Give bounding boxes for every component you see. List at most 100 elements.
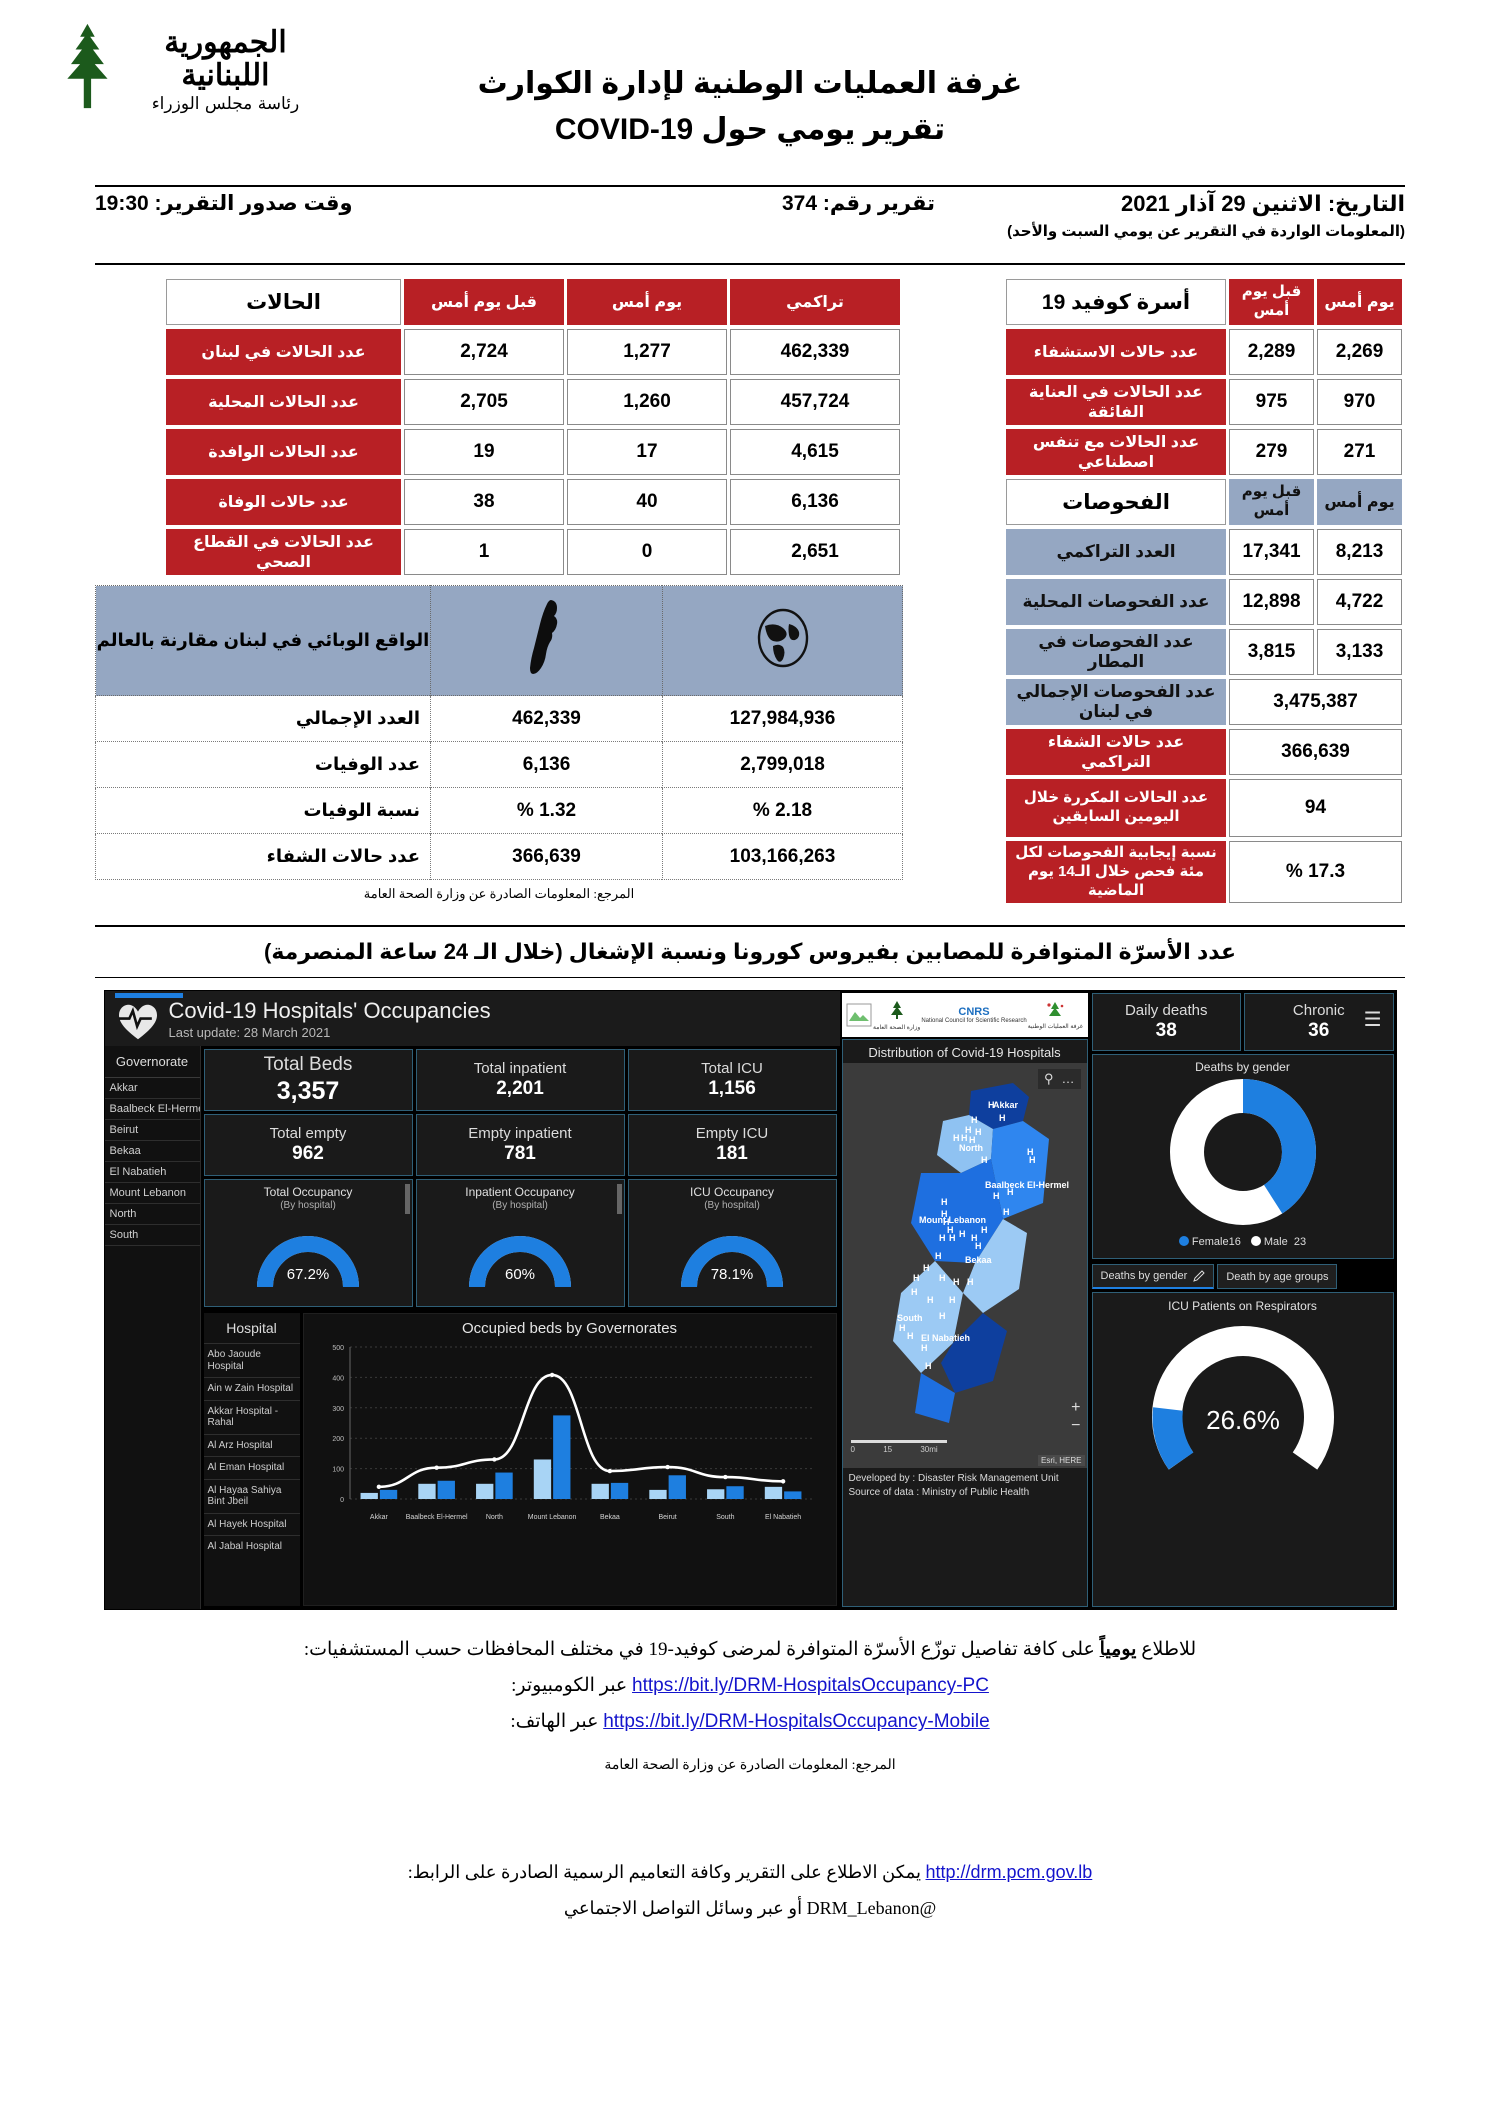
gauge-icu-occupancy[interactable]: ICU Occupancy (By hospital) 78.1%: [627, 1179, 837, 1308]
kpi-total-empty[interactable]: Total empty 962: [203, 1114, 413, 1177]
icu-respirators-title: ICU Patients on Respirators: [1168, 1299, 1317, 1314]
link-mobile-url[interactable]: https://bit.ly/DRM-HospitalsOccupancy-Mo…: [603, 1711, 989, 1732]
table-row: 3,475,387 عدد الفحوصات الإجمالي في لبنان: [1006, 679, 1402, 725]
svg-text:H: H: [921, 1343, 928, 1353]
map-zoom-in-button[interactable]: +: [1071, 1399, 1080, 1417]
governorate-item-akkar[interactable]: Akkar: [104, 1078, 200, 1100]
governorate-filter-list[interactable]: Governorate Akkar Baalbeck El-Hermel Bei…: [104, 1046, 201, 1610]
gauge-scrollbar[interactable]: [404, 1184, 410, 1215]
links-intro-rest: على كافة تفاصيل توزّع الأسرّة المتوافرة …: [303, 1639, 1100, 1661]
governorate-item-el-nabatieh[interactable]: El Nabatieh: [104, 1162, 200, 1184]
list-item[interactable]: Al Hayek Hospital: [203, 1512, 300, 1536]
deaths-by-gender-legend: Female16 Male 23: [1093, 1236, 1393, 1248]
link-pc-url[interactable]: https://bit.ly/DRM-HospitalsOccupancy-PC: [632, 1675, 989, 1696]
governorate-item-mount-lebanon[interactable]: Mount Lebanon: [104, 1183, 200, 1205]
governorate-item-north[interactable]: North: [104, 1204, 200, 1226]
map-zoom-out-button[interactable]: −: [1071, 1417, 1080, 1435]
cases-r2-label: عدد الحالات الوافدة: [166, 429, 401, 475]
list-item[interactable]: Al Arz Hospital: [203, 1433, 300, 1457]
list-item[interactable]: Ain w Zain Hospital: [203, 1377, 300, 1400]
page-subtitle: تقرير يومي حول COVID-19: [554, 112, 946, 146]
table-row: 4,722 12,898 عدد الفحوصات المحلية: [1006, 579, 1402, 625]
positivity-rate-label: نسبة إيجابية الفحوصات لكل مئة فحص خلال ا…: [1006, 841, 1226, 904]
kpi-daily-deaths[interactable]: Daily deaths 38: [1091, 993, 1241, 1052]
links-intro-bold: يومياً: [1099, 1639, 1137, 1661]
gauge-icu-sub: (By hospital): [704, 1200, 760, 1212]
hamburger-icon[interactable]: ☰: [1364, 1007, 1382, 1032]
hospital-and-chart-row: Hospital Abo Jaoude Hospital Ain w Zain …: [203, 1313, 837, 1607]
icu-respirators-card[interactable]: ICU Patients on Respirators 26.6%: [1091, 1292, 1394, 1608]
governorate-item-south[interactable]: South: [104, 1225, 200, 1247]
kpi-chronic-value: 36: [1308, 1020, 1330, 1042]
beds-r2-yesterday: 271: [1317, 429, 1402, 475]
tab-death-by-age-groups[interactable]: Death by age groups: [1217, 1264, 1338, 1290]
governorate-item-bekaa[interactable]: Bekaa: [104, 1141, 200, 1163]
list-item[interactable]: Al Hayaa Sahiya Bint Jbeil: [203, 1478, 300, 1513]
section-title: عدد الأسرّة المتوافرة للمصابين بفيروس كو…: [264, 939, 1236, 965]
world-r2-world: 2.18 %: [662, 787, 903, 834]
positivity-rate-value: 17.3 %: [1229, 841, 1402, 904]
table-row: 3,133 3,815 عدد الفحوصات في المطار: [1006, 629, 1402, 675]
occupied-beds-chart-card[interactable]: Occupied beds by Governorates 0 100 200 300…: [302, 1313, 837, 1607]
world-r1-world: 2,799,018: [662, 741, 903, 788]
kpi-total-inpatient[interactable]: Total inpatient 2,201: [415, 1049, 625, 1112]
dashboard-left-panel: Covid-19 Hospitals' Occupancies Last upd…: [104, 991, 840, 1610]
footer-site-url[interactable]: http://drm.pcm.gov.lb: [926, 1862, 1093, 1882]
cnrs-logo: CNRS National Council for Scientific Res…: [921, 1006, 1026, 1025]
cases-r1-yesterday: 1,260: [567, 379, 727, 425]
search-icon[interactable]: ⚲: [1044, 1071, 1054, 1087]
list-item[interactable]: Abo Jaoude Hospital: [203, 1343, 300, 1377]
occupied-beds-chart: 0 100 200 300 400 500 Akkar Baalbeck El-Hermel N…: [332, 1345, 812, 1521]
tab-deaths-by-gender[interactable]: Deaths by gender: [1091, 1264, 1215, 1290]
cases-r3-day-before: 38: [404, 479, 564, 525]
governorate-item-baalbeck[interactable]: Baalbeck El-Hermel: [104, 1099, 200, 1121]
gauge-icu-title: ICU Occupancy: [689, 1185, 775, 1200]
svg-text:0: 0: [340, 1497, 344, 1504]
world-r3-world: 103,166,263: [662, 833, 903, 880]
svg-text:H: H: [939, 1233, 946, 1243]
gauge-scrollbar[interactable]: [616, 1184, 622, 1215]
tests-header-label: الفحوصات: [1006, 479, 1226, 525]
hospital-filter-list[interactable]: Hospital Abo Jaoude Hospital Ain w Zain …: [203, 1313, 300, 1607]
kpi-empty-icu[interactable]: Empty ICU 181: [627, 1114, 837, 1177]
kpi-empty-inpatient[interactable]: Empty inpatient 781: [415, 1114, 625, 1177]
list-item[interactable]: Al Jabal Hospital: [203, 1535, 300, 1558]
table-row: 4,615 17 19 عدد الحالات الوافدة: [166, 429, 900, 475]
hospitals-occupancy-dashboard[interactable]: Covid-19 Hospitals' Occupancies Last upd…: [103, 990, 1397, 1611]
tests-r2-yesterday: 3,133: [1317, 629, 1402, 675]
gauge-total-occupancy[interactable]: Total Occupancy (By hospital) 67.2%: [203, 1179, 413, 1308]
table-row: 2,269 2,289 عدد حالات الاستشفاء: [1006, 329, 1402, 375]
document-header: الجمهورية اللبنانية رئاسة مجلس الوزراء غ…: [0, 0, 1500, 185]
link-pc-label: عبر الكومبيوتر:: [511, 1675, 628, 1697]
gauge-inpatient-occupancy[interactable]: Inpatient Occupancy (By hospital) 60%: [415, 1179, 625, 1308]
svg-text:H: H: [993, 1191, 1000, 1201]
footer-line-1: http://drm.pcm.gov.lb يمكن الاطلاع على ا…: [95, 1854, 1405, 1890]
kpi-total-beds[interactable]: Total Beds 3,357: [203, 1049, 413, 1112]
svg-text:H: H: [967, 1277, 974, 1287]
map-toolbar[interactable]: ⚲ …: [1037, 1069, 1081, 1090]
kpi-total-icu-value: 1,156: [708, 1078, 756, 1100]
drm-logo: غرفة العمليات الوطنية: [1028, 1000, 1083, 1031]
deaths-by-gender-card[interactable]: Deaths by gender Female16 Male 23: [1091, 1054, 1394, 1260]
map-canvas[interactable]: Akkar North Baalbeck El-Hermel Mount Leb…: [842, 1063, 1087, 1469]
more-options-icon[interactable]: …: [1062, 1071, 1075, 1087]
links-intro: للاطلاع يومياً على كافة تفاصيل توزّع الأ…: [95, 1632, 1405, 1668]
list-item[interactable]: Al Eman Hospital: [203, 1456, 300, 1479]
beds-header-yesterday: يوم أمس: [1317, 279, 1402, 325]
kpi-total-icu[interactable]: Total ICU 1,156: [627, 1049, 837, 1112]
pencil-icon[interactable]: [1193, 1270, 1206, 1283]
repeat-cases-label: عدد الحالات المكررة خلال اليومين السابقي…: [1006, 779, 1226, 837]
kpi-empty-inpatient-label: Empty inpatient: [468, 1125, 572, 1143]
map-scale-bar: 0 15 30mi: [850, 1440, 947, 1454]
map-zoom-controls[interactable]: + −: [1071, 1399, 1080, 1434]
table-row: 94 عدد الحالات المكررة خلال اليومين السا…: [1006, 779, 1402, 837]
hospital-distribution-map-card[interactable]: Distribution of Covid-19 Hospitals Akkar…: [841, 1039, 1088, 1608]
icu-respirators-gauge: 26.6%: [1151, 1326, 1334, 1470]
list-item[interactable]: Akkar Hospital - Rahal: [203, 1399, 300, 1434]
gauge-total-value: 67.2%: [287, 1266, 330, 1283]
cases-r2-day-before: 19: [404, 429, 564, 475]
chart-title: Occupied beds by Governorates: [461, 1320, 678, 1338]
dashboard-map-panel: وزارة الصحة العامة CNRS National Council…: [839, 991, 1090, 1610]
governorate-item-beirut[interactable]: Beirut: [104, 1120, 200, 1142]
lebanon-choropleth[interactable]: Akkar North Baalbeck El-Hermel Mount Leb…: [842, 1063, 1087, 1469]
